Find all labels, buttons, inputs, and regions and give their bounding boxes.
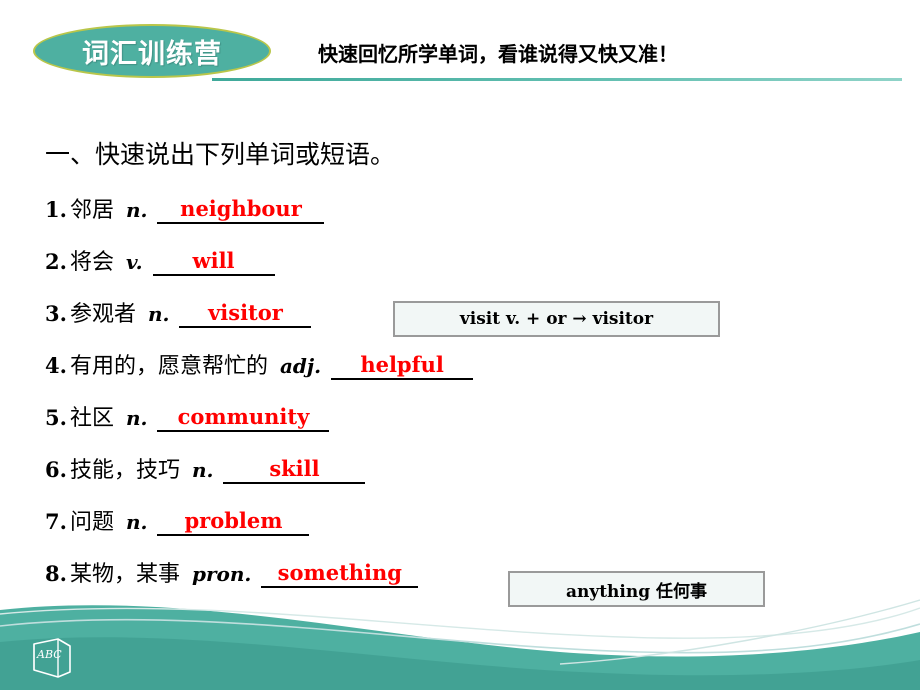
item-part-of-speech: n. (125, 406, 148, 430)
item-part-of-speech: v. (125, 250, 143, 274)
list-item: 2. 将会 v. will (45, 244, 885, 296)
item-chinese: 问题 (69, 510, 114, 535)
callout-visitor-note: visit v. + or → visitor (393, 301, 720, 337)
list-item: 5. 社区 n. community (45, 400, 885, 452)
answer-text: problem (184, 508, 283, 533)
answer-blank: skill (223, 456, 366, 484)
item-chinese: 社区 (69, 406, 114, 431)
item-chinese: 技能，技巧 (69, 458, 180, 483)
abc-book-icon: ABC (28, 636, 76, 680)
answer-text: helpful (360, 352, 444, 377)
item-part-of-speech: n. (191, 458, 214, 482)
answer-blank: helpful (331, 352, 474, 380)
wave-graphic (0, 599, 920, 690)
answer-text: skill (269, 456, 320, 481)
item-number: 6. (45, 457, 67, 482)
list-item: 1. 邻居 n. neighbour (45, 192, 885, 244)
item-chinese: 有用的，愿意帮忙的 (69, 354, 268, 379)
page-title: 一、快速说出下列单词或短语。 (45, 140, 396, 169)
list-item: 7. 问题 n. problem (45, 504, 885, 556)
header-badge: 词汇训练营 (33, 24, 271, 78)
header-subtitle: 快速回忆所学单词，看谁说得又快又准！ (318, 42, 678, 66)
item-number: 3. (45, 301, 67, 326)
vocabulary-list: 1. 邻居 n. neighbour 2. 将会 v. will 3. 参观者 … (45, 192, 885, 608)
item-part-of-speech: n. (147, 302, 170, 326)
item-part-of-speech: n. (125, 198, 148, 222)
item-chinese: 邻居 (69, 198, 114, 223)
answer-text: will (192, 248, 235, 273)
item-number: 5. (45, 405, 67, 430)
answer-blank: community (157, 404, 330, 432)
item-chinese: 参观者 (69, 302, 136, 327)
list-item: 4. 有用的，愿意帮忙的 adj. helpful (45, 348, 885, 400)
footer-decoration (0, 580, 920, 690)
list-item: 6. 技能，技巧 n. skill (45, 452, 885, 504)
item-chinese: 将会 (69, 250, 114, 275)
answer-blank: will (152, 248, 275, 276)
callout-visitor-text: visit v. + or → visitor (459, 309, 654, 329)
item-number: 2. (45, 249, 67, 274)
item-part-of-speech: n. (125, 510, 148, 534)
slide-header: 词汇训练营 快速回忆所学单词，看谁说得又快又准！ (0, 0, 920, 90)
book-logo-text: ABC (36, 648, 62, 661)
header-badge-label: 词汇训练营 (82, 38, 222, 70)
header-divider (212, 78, 902, 81)
answer-text: visitor (208, 300, 283, 325)
answer-blank: problem (157, 508, 310, 536)
book-icon-graphic: ABC (33, 638, 71, 678)
item-number: 1. (45, 197, 67, 222)
slide: 词汇训练营 快速回忆所学单词，看谁说得又快又准！ 一、快速说出下列单词或短语。 … (0, 0, 920, 690)
answer-blank: visitor (179, 300, 312, 328)
item-part-of-speech: adj. (279, 354, 322, 378)
answer-text: community (177, 404, 310, 429)
item-number: 7. (45, 509, 67, 534)
item-number: 4. (45, 353, 67, 378)
answer-blank: neighbour (157, 196, 325, 224)
answer-text: neighbour (180, 196, 302, 221)
